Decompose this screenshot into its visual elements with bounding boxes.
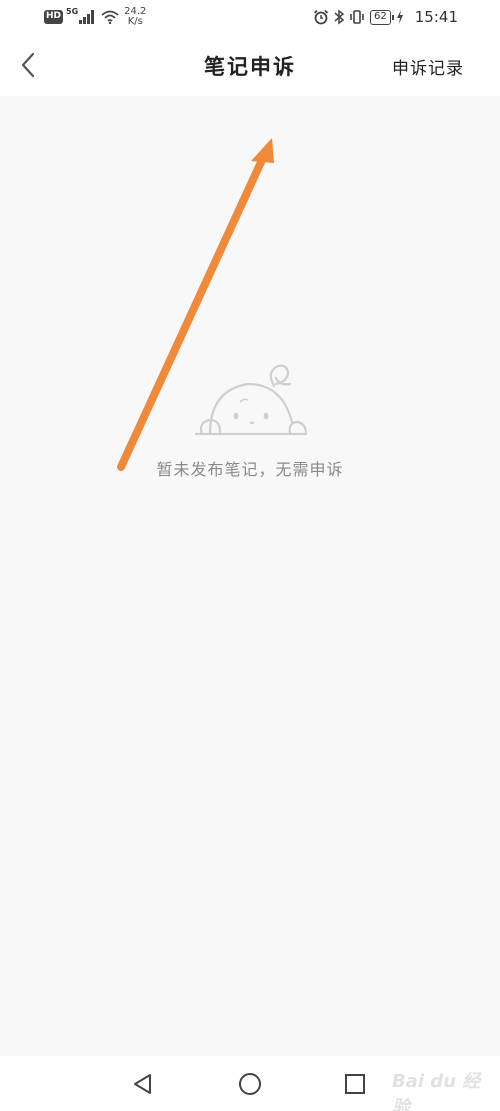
header: 笔记申诉 申诉记录 xyxy=(0,34,500,96)
battery-icon: 62 xyxy=(370,9,394,25)
status-right: 62 15:41 xyxy=(313,6,458,28)
clock: 15:41 xyxy=(414,8,458,26)
system-nav-bar: Bai du 经验 xyxy=(0,1056,500,1111)
net-speed: 24.2 K/s xyxy=(124,7,146,27)
signal-icon xyxy=(79,10,95,24)
network-type: 5G xyxy=(66,6,79,16)
wifi-icon xyxy=(101,10,119,24)
nav-back-button[interactable] xyxy=(130,1071,156,1097)
appeal-records-button[interactable]: 申诉记录 xyxy=(392,54,464,79)
alarm-icon xyxy=(313,9,329,25)
charging-icon xyxy=(396,10,403,24)
status-bar: HD 5G 24.2 K/s 62 15:41 xyxy=(0,0,500,34)
square-recents-icon xyxy=(345,1074,365,1094)
hd-badge: HD xyxy=(44,10,64,24)
arrow-annotation-icon xyxy=(117,138,274,471)
triangle-back-icon xyxy=(134,1074,151,1094)
content-area: 暂未发布笔记，无需申诉 xyxy=(0,96,500,1056)
status-left: HD 5G 24.2 K/s xyxy=(44,6,146,28)
vibrate-icon xyxy=(350,10,364,24)
baidu-watermark: Bai du 经验 xyxy=(392,1071,481,1111)
nav-recents-button[interactable] xyxy=(342,1071,368,1097)
circle-home-icon xyxy=(239,1073,261,1095)
bluetooth-icon xyxy=(334,9,345,25)
net-speed-unit: K/s xyxy=(127,16,143,27)
nav-home-button[interactable] xyxy=(237,1071,263,1097)
